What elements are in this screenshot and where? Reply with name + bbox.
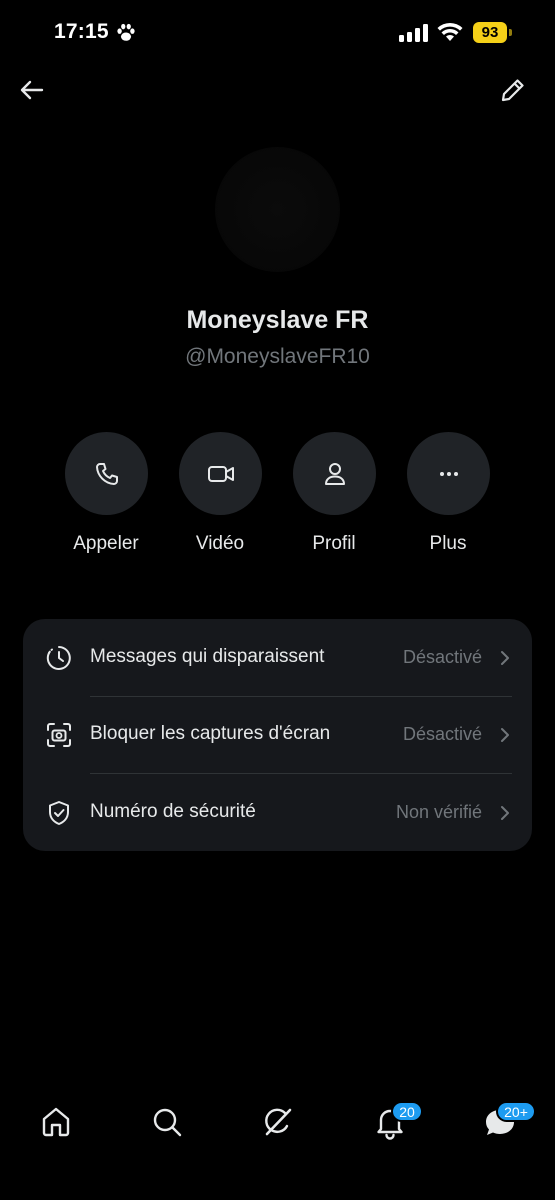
call-button[interactable]: Appeler xyxy=(56,432,156,572)
cellular-signal-icon xyxy=(399,24,428,42)
more-label: Plus xyxy=(429,533,467,554)
setting-value: Désactivé xyxy=(402,724,482,744)
bottom-nav: 20 20+ xyxy=(0,1090,555,1160)
chevron-right-icon xyxy=(501,806,509,820)
messages-badge: 20+ xyxy=(496,1101,536,1122)
messages-button[interactable]: 20+ xyxy=(482,1101,536,1140)
chevron-right-icon xyxy=(501,728,509,742)
video-camera-icon xyxy=(207,465,234,482)
battery-indicator: 93 xyxy=(473,22,515,43)
profile-button[interactable]: Profil xyxy=(284,432,384,572)
paw-icon xyxy=(117,23,135,41)
grok-slash-icon[interactable] xyxy=(260,1104,296,1140)
person-icon xyxy=(324,462,345,485)
profile-name: Moneyslave FR xyxy=(186,306,369,334)
profile-label: Profil xyxy=(312,533,356,554)
call-label: Appeler xyxy=(73,533,139,554)
setting-label: Numéro de sécurité xyxy=(90,801,256,822)
phone-icon xyxy=(95,462,118,485)
pencil-icon[interactable] xyxy=(498,75,528,105)
setting-row-block-screenshots[interactable]: Bloquer les captures d'écran Désactivé xyxy=(23,696,532,773)
video-button-circle[interactable] xyxy=(179,432,262,515)
avatar[interactable] xyxy=(215,147,340,272)
setting-value: Non vérifié xyxy=(395,802,482,822)
chevron-right-icon xyxy=(501,651,509,665)
status-bar: 17:15 93 xyxy=(0,0,555,68)
setting-value: Désactivé xyxy=(402,647,482,667)
setting-label: Messages qui disparaissent xyxy=(90,646,325,667)
status-time: 17:15 xyxy=(54,20,109,43)
screenshot-camera-icon xyxy=(47,723,71,747)
profile-handle: @MoneyslaveFR10 xyxy=(185,345,370,368)
notifications-button[interactable]: 20 xyxy=(372,1101,423,1140)
battery-tip xyxy=(509,29,512,36)
notifications-badge: 20 xyxy=(391,1101,423,1122)
setting-row-disappearing-messages[interactable]: Messages qui disparaissent Désactivé xyxy=(23,619,532,696)
battery-level: 93 xyxy=(473,22,507,43)
video-button[interactable]: Vidéo xyxy=(170,432,270,572)
home-icon[interactable] xyxy=(38,1104,74,1140)
search-icon[interactable] xyxy=(149,1104,185,1140)
timer-icon xyxy=(46,646,71,670)
conversation-settings-card: Messages qui disparaissent Désactivé Blo… xyxy=(23,619,532,851)
call-button-circle[interactable] xyxy=(65,432,148,515)
setting-row-safety-number[interactable]: Numéro de sécurité Non vérifié xyxy=(23,774,532,851)
shield-check-icon xyxy=(49,801,69,825)
more-button[interactable]: Plus xyxy=(398,432,498,572)
wifi-icon xyxy=(437,22,463,41)
more-dots-icon xyxy=(439,471,458,476)
more-button-circle[interactable] xyxy=(407,432,490,515)
profile-button-circle[interactable] xyxy=(293,432,376,515)
setting-label: Bloquer les captures d'écran xyxy=(90,723,331,744)
arrow-left-icon[interactable] xyxy=(17,75,47,105)
video-label: Vidéo xyxy=(195,533,245,554)
